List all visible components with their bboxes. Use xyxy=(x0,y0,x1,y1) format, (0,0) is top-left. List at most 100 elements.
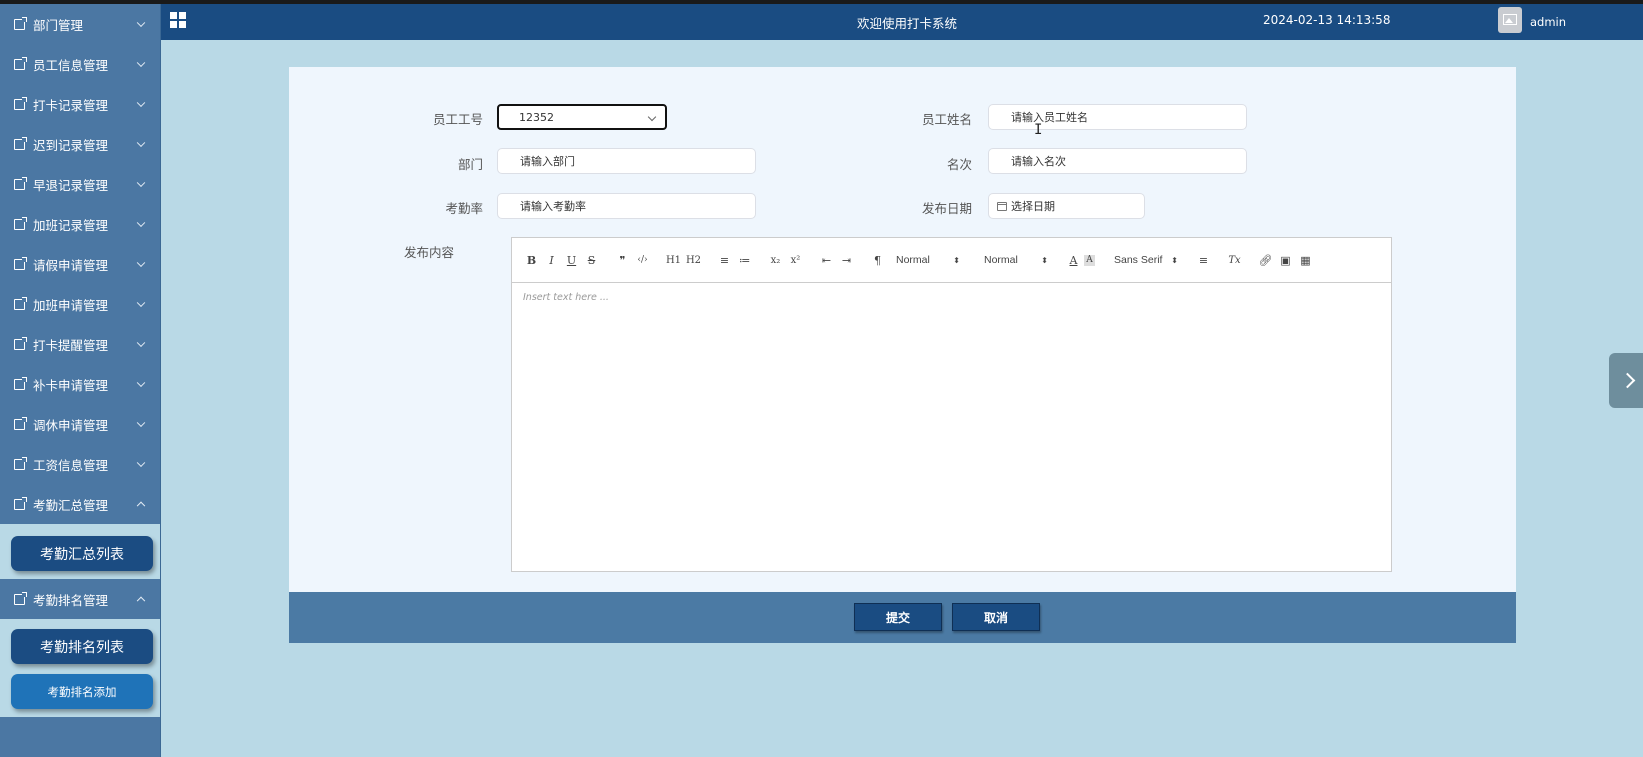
sidebar-item-label: 加班记录管理 xyxy=(33,217,109,233)
edit-icon xyxy=(14,96,27,110)
sidebar-item-overtime-requests[interactable]: 加班申请管理 xyxy=(0,284,160,324)
link-icon[interactable]: 🔗︎ xyxy=(1256,251,1275,269)
sidebar-item-attendance-ranking[interactable]: 考勤排名管理 xyxy=(0,579,160,619)
sidebar: 部门管理 员工信息管理 打卡记录管理 迟到记录管理 早退记录管理 加班记录管理 … xyxy=(0,4,161,757)
header-username[interactable]: admin xyxy=(1530,15,1566,29)
sidebar-item-label: 迟到记录管理 xyxy=(33,137,109,153)
chevron-down-icon xyxy=(136,138,146,148)
sidebar-item-label: 早退记录管理 xyxy=(33,177,109,193)
editor-toolbar: B I U S ❞ ‹/› H1 H2 ≡ ≔ x₂ x² ⇤ ⇥ ¶ Norm… xyxy=(512,238,1391,283)
expand-panel-handle[interactable] xyxy=(1609,353,1643,408)
underline-button[interactable]: U xyxy=(562,251,581,269)
employee-id-select[interactable]: 12352 xyxy=(497,104,667,130)
superscript-button[interactable]: x² xyxy=(786,251,805,269)
form-panel: 员工工号 12352 员工姓名 请输入员工姓名 部门 请输入部门 名次 请输入名… xyxy=(289,67,1516,592)
video-icon[interactable]: ▦ xyxy=(1296,251,1315,269)
sidebar-item-label: 调休申请管理 xyxy=(33,417,109,433)
subscript-button[interactable]: x₂ xyxy=(766,251,785,269)
submenu-attendance-summary-list[interactable]: 考勤汇总列表 xyxy=(11,536,153,571)
menu-grid-icon[interactable] xyxy=(170,12,186,28)
attendance-rate-input[interactable]: 请输入考勤率 xyxy=(497,193,756,219)
sidebar-item-late-records[interactable]: 迟到记录管理 xyxy=(0,124,160,164)
publish-date-label: 发布日期 xyxy=(921,201,972,216)
sidebar-item-compensatory-leave[interactable]: 调休申请管理 xyxy=(0,404,160,444)
background-color-button[interactable]: A xyxy=(1084,254,1095,266)
sidebar-item-clock-records[interactable]: 打卡记录管理 xyxy=(0,84,160,124)
header2-button[interactable]: H2 xyxy=(684,251,703,269)
chevron-down-icon xyxy=(136,218,146,228)
employee-name-input[interactable]: 请输入员工姓名 xyxy=(988,104,1247,130)
sidebar-item-department[interactable]: 部门管理 xyxy=(0,4,160,44)
sidebar-item-attendance-summary[interactable]: 考勤汇总管理 xyxy=(0,484,160,524)
sidebar-item-overtime-records[interactable]: 加班记录管理 xyxy=(0,204,160,244)
rank-input[interactable]: 请输入名次 xyxy=(988,148,1247,174)
top-header: 欢迎使用打卡系统 2024-02-13 14:13:58 admin xyxy=(161,4,1643,40)
clear-format-button[interactable]: Tx xyxy=(1225,251,1244,269)
updown-icon: ⬍ xyxy=(1171,255,1178,265)
sidebar-item-employee[interactable]: 员工信息管理 xyxy=(0,44,160,84)
edit-icon xyxy=(14,256,27,270)
sidebar-item-leave-requests[interactable]: 请假申请管理 xyxy=(0,244,160,284)
image-icon[interactable]: ▣ xyxy=(1276,251,1295,269)
sidebar-item-label: 打卡提醒管理 xyxy=(33,337,109,353)
submit-button[interactable]: 提交 xyxy=(854,603,942,631)
publish-date-picker[interactable]: 选择日期 xyxy=(988,193,1145,219)
submenu-attendance-ranking-list[interactable]: 考勤排名列表 xyxy=(11,629,153,664)
edit-icon xyxy=(14,216,27,230)
edit-icon xyxy=(14,336,27,350)
sidebar-item-label: 补卡申请管理 xyxy=(33,377,109,393)
employee-name-label: 员工姓名 xyxy=(921,112,972,127)
align-button[interactable]: ≡ xyxy=(1194,251,1213,269)
edit-icon xyxy=(14,16,27,30)
edit-icon xyxy=(14,296,27,310)
strike-button[interactable]: S xyxy=(582,251,601,269)
rich-text-editor: B I U S ❞ ‹/› H1 H2 ≡ ≔ x₂ x² ⇤ ⇥ ¶ Norm… xyxy=(511,237,1392,572)
sidebar-item-salary[interactable]: 工资信息管理 xyxy=(0,444,160,484)
chevron-down-icon xyxy=(136,418,146,428)
header-select[interactable]: Normal ⬍ xyxy=(984,251,1048,269)
chevron-down-icon xyxy=(136,258,146,268)
cancel-button[interactable]: 取消 xyxy=(952,603,1040,631)
header1-button[interactable]: H1 xyxy=(664,251,683,269)
sidebar-item-label: 部门管理 xyxy=(33,17,84,33)
bold-button[interactable]: B xyxy=(522,251,541,269)
text-direction-button[interactable]: ¶ xyxy=(868,251,887,269)
editor-content-area[interactable]: Insert text here ... xyxy=(512,283,1391,312)
ordered-list-button[interactable]: ≡ xyxy=(715,251,734,269)
chevron-down-icon xyxy=(136,458,146,468)
sidebar-item-makeup-requests[interactable]: 补卡申请管理 xyxy=(0,364,160,404)
updown-icon: ⬍ xyxy=(953,255,960,265)
calendar-icon xyxy=(997,202,1007,211)
sidebar-item-label: 考勤排名管理 xyxy=(33,592,109,608)
size-select[interactable]: Normal ⬍ xyxy=(896,251,960,269)
text-cursor-icon: I xyxy=(1034,122,1043,138)
edit-icon xyxy=(14,591,27,605)
edit-icon xyxy=(14,56,27,70)
font-select-value: Sans Serif xyxy=(1114,254,1163,266)
submenu-attendance-ranking-add[interactable]: 考勤排名添加 xyxy=(11,674,153,709)
department-input[interactable]: 请输入部门 xyxy=(497,148,756,174)
sidebar-item-clock-reminders[interactable]: 打卡提醒管理 xyxy=(0,324,160,364)
outdent-button[interactable]: ⇤ xyxy=(817,251,836,269)
sidebar-item-label: 考勤汇总管理 xyxy=(33,497,109,513)
avatar-icon[interactable] xyxy=(1498,7,1522,33)
font-select[interactable]: Sans Serif ⬍ xyxy=(1114,251,1178,269)
italic-button[interactable]: I xyxy=(542,251,561,269)
blockquote-button[interactable]: ❞ xyxy=(613,251,632,269)
rank-label: 名次 xyxy=(946,157,972,172)
attendance-rate-label: 考勤率 xyxy=(445,201,483,216)
sidebar-item-early-leave[interactable]: 早退记录管理 xyxy=(0,164,160,204)
code-block-button[interactable]: ‹/› xyxy=(633,251,652,269)
department-label: 部门 xyxy=(457,157,483,172)
sidebar-item-label: 员工信息管理 xyxy=(33,57,109,73)
bullet-list-button[interactable]: ≔ xyxy=(735,251,754,269)
indent-button[interactable]: ⇥ xyxy=(837,251,856,269)
chevron-down-icon xyxy=(136,98,146,108)
chevron-down-icon xyxy=(136,338,146,348)
publish-date-placeholder: 选择日期 xyxy=(1011,200,1055,213)
font-color-button[interactable]: A xyxy=(1064,251,1083,269)
submenu-attendance-ranking: 考勤排名列表 考勤排名添加 xyxy=(0,619,160,717)
chevron-down-icon xyxy=(647,112,657,122)
updown-icon: ⬍ xyxy=(1041,255,1048,265)
edit-icon xyxy=(14,496,27,510)
